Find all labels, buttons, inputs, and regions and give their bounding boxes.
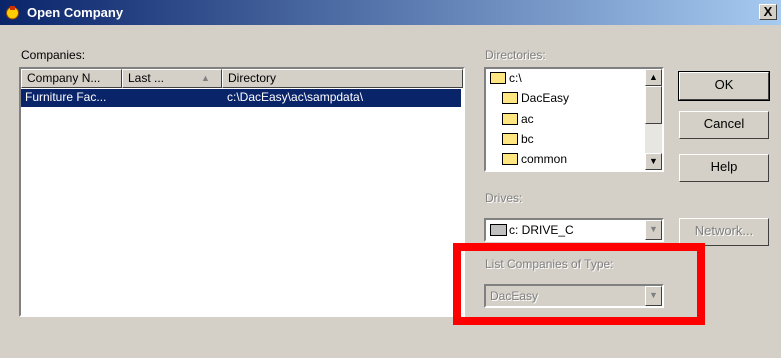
drives-label: Drives: bbox=[485, 191, 523, 205]
directories-list[interactable]: c:\ DacEasy ac bc common ▲ ▼ bbox=[484, 67, 664, 172]
title-bar[interactable]: Open Company X bbox=[0, 0, 781, 25]
scroll-thumb[interactable] bbox=[645, 86, 662, 124]
cancel-button[interactable]: Cancel bbox=[679, 111, 769, 139]
app-icon bbox=[6, 6, 19, 20]
drive-icon bbox=[490, 224, 507, 236]
column-header-last[interactable]: Last ... ▲ bbox=[122, 69, 222, 88]
directories-label: Directories: bbox=[485, 48, 546, 62]
directory-item-root[interactable]: c:\ bbox=[490, 69, 522, 87]
directory-item-ac[interactable]: ac bbox=[502, 110, 534, 128]
table-row[interactable]: Furniture Fac... c:\DacEasy\ac\sampdata\ bbox=[21, 89, 461, 107]
open-folder-icon bbox=[502, 92, 518, 104]
company-name-cell: Furniture Fac... bbox=[25, 90, 107, 104]
drives-select[interactable]: c: DRIVE_C ▼ bbox=[484, 218, 664, 242]
drives-dropdown-arrow-icon[interactable]: ▼ bbox=[645, 220, 662, 240]
column-header-company[interactable]: Company N... bbox=[21, 69, 122, 88]
folder-icon bbox=[502, 133, 518, 145]
scroll-up-arrow-icon[interactable]: ▲ bbox=[645, 69, 662, 86]
companies-label: Companies: bbox=[21, 48, 86, 62]
folder-icon bbox=[502, 113, 518, 125]
scroll-down-arrow-icon[interactable]: ▼ bbox=[645, 153, 662, 170]
column-header-directory[interactable]: Directory bbox=[222, 69, 463, 88]
window-title: Open Company bbox=[27, 5, 124, 20]
directory-item-bc[interactable]: bc bbox=[502, 130, 534, 148]
directory-item-daceasy[interactable]: DacEasy bbox=[502, 89, 569, 107]
network-button[interactable]: Network... bbox=[679, 218, 769, 246]
folder-icon bbox=[502, 153, 518, 165]
close-button[interactable]: X bbox=[759, 4, 777, 20]
help-button[interactable]: Help bbox=[679, 154, 769, 182]
ok-button[interactable]: OK bbox=[678, 71, 770, 101]
directory-item-common[interactable]: common bbox=[502, 150, 567, 168]
directories-scrollbar[interactable]: ▲ ▼ bbox=[645, 69, 662, 170]
companies-list[interactable]: Company N... Last ... ▲ Directory Furnit… bbox=[19, 67, 465, 317]
highlight-annotation bbox=[453, 243, 705, 325]
directory-cell: c:\DacEasy\ac\sampdata\ bbox=[227, 90, 364, 104]
drives-selected-value: c: DRIVE_C bbox=[509, 223, 574, 237]
sort-arrow-icon: ▲ bbox=[201, 73, 210, 83]
open-folder-icon bbox=[490, 72, 506, 84]
